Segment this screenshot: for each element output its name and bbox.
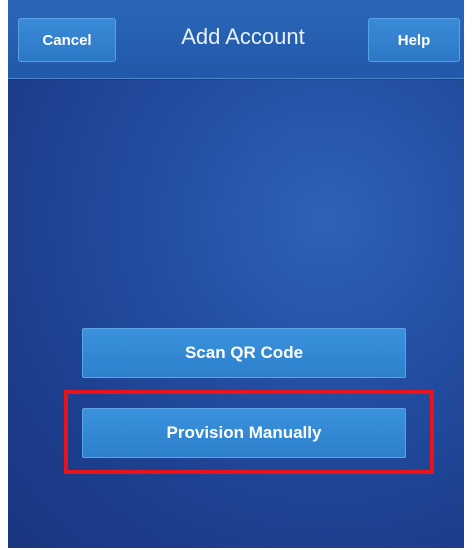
top-bar: Cancel Add Account Help <box>8 0 464 79</box>
scan-qr-code-button[interactable]: Scan QR Code <box>82 328 406 378</box>
provision-manually-button[interactable]: Provision Manually <box>82 408 406 458</box>
app-screen: Cancel Add Account Help Scan QR Code Pro… <box>8 0 464 548</box>
help-button[interactable]: Help <box>368 18 460 62</box>
page-title: Add Account <box>181 24 305 49</box>
cancel-button[interactable]: Cancel <box>18 18 116 62</box>
